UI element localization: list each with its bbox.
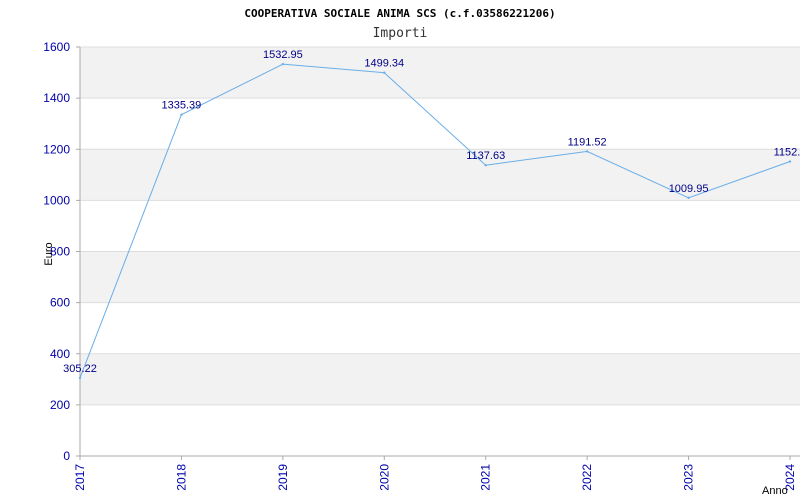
x-tick-label: 2023 (682, 464, 696, 491)
y-tick-label: 1600 (43, 40, 70, 54)
data-label: 1532.95 (263, 49, 303, 61)
chart-title: COOPERATIVA SOCIALE ANIMA SCS (c.f.03586… (244, 7, 555, 20)
y-tick-label: 1400 (43, 91, 70, 105)
x-tick-label: 2020 (377, 464, 391, 491)
data-label: 1499.34 (364, 58, 404, 70)
x-tick-label: 2018 (174, 464, 188, 491)
x-tick-label: 2017 (73, 464, 87, 491)
plot-band (80, 353, 800, 405)
chart-subtitle: Importi (373, 26, 428, 41)
y-tick-label: 600 (50, 296, 70, 310)
x-tick-label: 2022 (580, 464, 594, 491)
x-tick-label: 2019 (276, 464, 290, 491)
data-label: 305.22 (63, 363, 97, 375)
y-tick-label: 1000 (43, 193, 70, 207)
x-tick-label: 2021 (479, 464, 493, 491)
data-point (383, 71, 386, 74)
data-point (687, 196, 690, 200)
y-axis-label: Euro (43, 242, 55, 265)
data-point (78, 376, 82, 380)
data-point (281, 62, 285, 66)
y-tick-label: 1200 (43, 142, 70, 156)
chart: 02004006008001000120014001600 2017 2018 20… (0, 0, 800, 500)
y-tick-label: 400 (50, 347, 70, 361)
data-point (180, 113, 183, 116)
plot-band (80, 47, 800, 99)
data-point (585, 150, 589, 153)
y-tick-label: 0 (63, 449, 70, 463)
data-label: 1137.63 (466, 150, 505, 162)
y-tick-label: 200 (50, 398, 70, 412)
data-label: 1191.52 (568, 136, 607, 148)
data-label: 1009.95 (669, 183, 709, 195)
data-point (788, 160, 792, 163)
data-point (484, 163, 487, 167)
plot-band (80, 251, 800, 303)
data-label: 1335.39 (162, 100, 202, 112)
x-axis-label: Anno (762, 485, 788, 497)
data-label: 1152.0 (774, 147, 800, 159)
